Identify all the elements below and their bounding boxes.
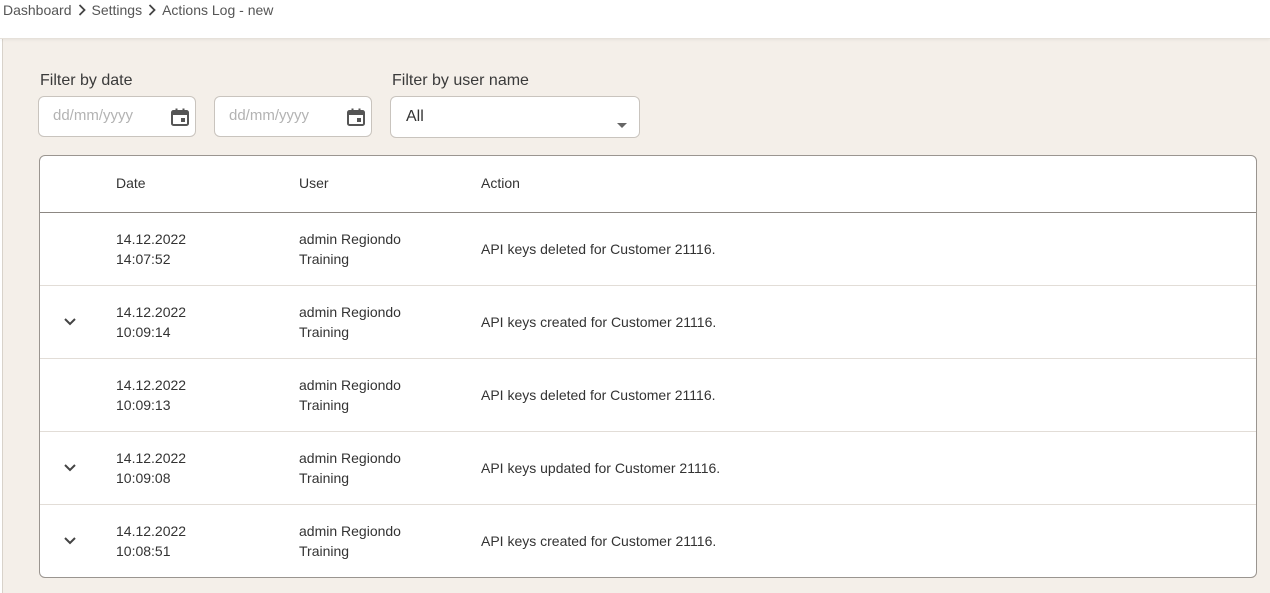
row-date: 14.12.2022 (116, 231, 187, 247)
chevron-down-icon[interactable] (60, 312, 80, 332)
row-user-name-cont: Training (299, 324, 350, 340)
chevron-down-icon[interactable] (60, 458, 80, 478)
table-row: 14.12.2022 14:07:52 admin Regiondo Train… (40, 213, 1256, 286)
user-cell: admin Regiondo Training (299, 448, 401, 488)
calendar-icon[interactable] (170, 107, 190, 127)
user-cell: admin Regiondo Training (299, 375, 401, 415)
breadcrumb-settings[interactable]: Settings (92, 2, 143, 18)
chevron-down-icon[interactable] (60, 531, 80, 551)
user-cell: admin Regiondo Training (299, 521, 401, 561)
row-user-name-cont: Training (299, 397, 350, 413)
user-select-value: All (406, 108, 424, 125)
row-action: API keys created for Customer 21116. (481, 314, 717, 330)
date-cell: 14.12.2022 14:07:52 (116, 229, 186, 269)
row-user-name-cont: Training (299, 543, 350, 559)
row-user-name: admin Regiondo (299, 231, 401, 247)
row-user-name: admin Regiondo (299, 450, 401, 466)
row-user-name: admin Regiondo (299, 377, 401, 393)
row-user-name: admin Regiondo (299, 523, 401, 539)
date-cell: 14.12.2022 10:09:08 (116, 448, 186, 488)
date-cell: 14.12.2022 10:09:14 (116, 302, 186, 342)
row-time: 14:07:52 (116, 251, 171, 267)
row-date: 14.12.2022 (116, 377, 187, 393)
table-row: 14.12.2022 10:09:13 admin Regiondo Train… (40, 359, 1256, 432)
row-date: 14.12.2022 (116, 304, 187, 320)
row-date: 14.12.2022 (116, 450, 187, 466)
column-header-date: Date (116, 175, 146, 191)
chevron-right-icon (142, 2, 162, 18)
breadcrumb-dashboard[interactable]: Dashboard (3, 2, 72, 18)
filter-by-user-label: Filter by user name (392, 72, 529, 89)
top-bar: Dashboard Settings Actions Log - new (0, 0, 1270, 39)
date-cell: 14.12.2022 10:09:13 (116, 375, 186, 415)
row-action: API keys deleted for Customer 21116. (481, 387, 716, 403)
caret-down-icon (617, 115, 627, 128)
row-user-name-cont: Training (299, 251, 350, 267)
row-date: 14.12.2022 (116, 523, 187, 539)
table-row: 14.12.2022 10:09:14 admin Regiondo Train… (40, 286, 1256, 359)
table-row: 14.12.2022 10:08:51 admin Regiondo Train… (40, 505, 1256, 577)
row-time: 10:08:51 (116, 543, 171, 559)
row-time: 10:09:13 (116, 397, 171, 413)
row-action: API keys updated for Customer 21116. (481, 460, 721, 476)
column-header-user: User (299, 175, 329, 191)
row-time: 10:09:14 (116, 324, 171, 340)
date-to-field[interactable] (214, 96, 372, 137)
row-action: API keys created for Customer 21116. (481, 533, 717, 549)
row-time: 10:09:08 (116, 470, 171, 486)
user-cell: admin Regiondo Training (299, 302, 401, 342)
table-header: Date User Action (40, 156, 1256, 213)
actions-log-table: Date User Action 14.12.2022 14:07:52 adm… (39, 155, 1257, 578)
user-name-select[interactable]: All (390, 96, 640, 138)
breadcrumb: Dashboard Settings Actions Log - new (3, 2, 273, 18)
row-action: API keys deleted for Customer 21116. (481, 241, 716, 257)
row-user-name: admin Regiondo (299, 304, 401, 320)
date-from-input[interactable] (53, 107, 163, 124)
user-cell: admin Regiondo Training (299, 229, 401, 269)
calendar-icon[interactable] (346, 107, 366, 127)
date-cell: 14.12.2022 10:08:51 (116, 521, 186, 561)
date-from-field[interactable] (38, 96, 196, 137)
chevron-right-icon (72, 2, 92, 18)
main-content: Filter by date Filter by user name dd/mm… (2, 39, 1270, 593)
table-row: 14.12.2022 10:09:08 admin Regiondo Train… (40, 432, 1256, 505)
row-user-name-cont: Training (299, 470, 350, 486)
filter-by-date-label: Filter by date (40, 72, 133, 89)
date-to-input[interactable] (229, 107, 339, 124)
breadcrumb-current-page: Actions Log - new (162, 2, 274, 18)
column-header-action: Action (481, 175, 520, 191)
